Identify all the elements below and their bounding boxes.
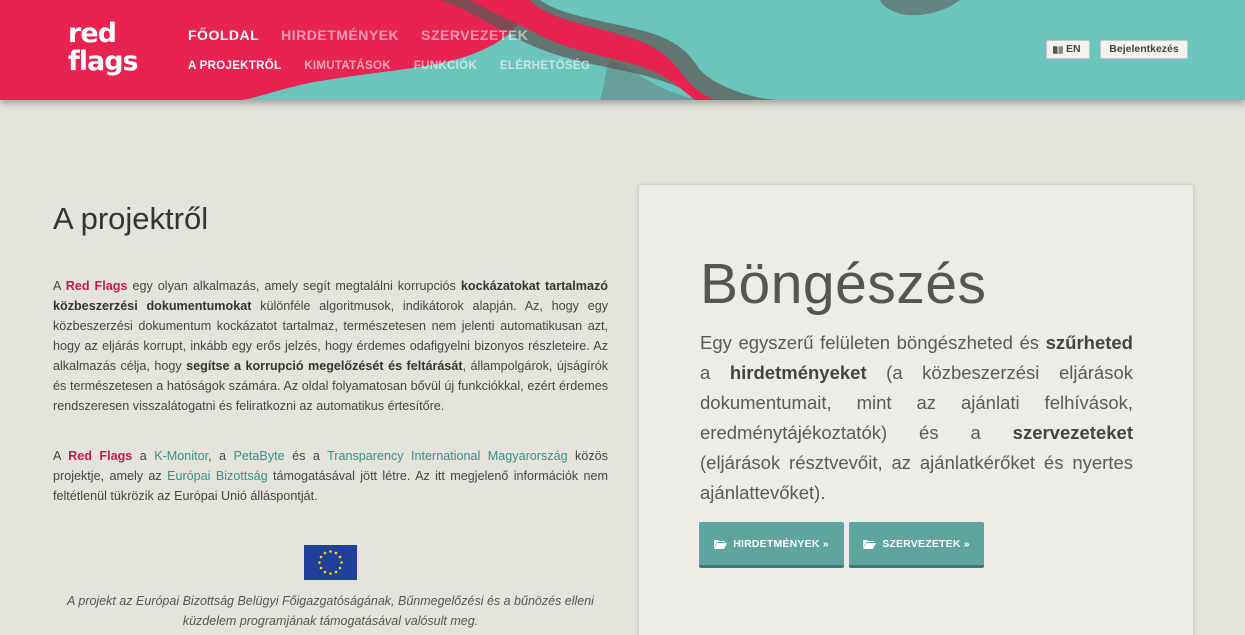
eu-star [338,555,342,559]
text: (eljárások résztvevőit, az ajánlatkérőke… [700,452,1133,503]
eu-funding-note: A projekt az Európai Bizottság Belügyi F… [67,594,594,628]
redflags-link[interactable]: Red Flags [68,449,132,463]
browse-ads-button[interactable]: HIRDETMÉNYEK » [699,522,844,568]
subnav-about[interactable]: A PROJEKTRŐL [188,60,281,72]
eu-star [318,561,321,564]
eu-star [323,551,327,555]
subnav-stats[interactable]: KIMUTATÁSOK [304,60,391,72]
text: és a [284,449,328,463]
logo-line-1: red [68,18,117,49]
eu-star [329,572,332,575]
about-paragraph-2: A Red Flags a K-Monitor, a PetaByte és a… [53,446,608,506]
folder-open-icon [714,539,728,549]
logo-line-2: flags [68,46,139,77]
eu-flag-icon [304,545,357,580]
emphasis: segítse a korrupció megelőzését és feltá… [186,359,463,373]
browse-orgs-button[interactable]: SZERVEZETEK » [849,522,984,568]
browse-card: Böngészés Egy egyszerű felületen böngész… [638,184,1194,635]
folder-open-icon [863,539,877,549]
transparency-link[interactable]: Transparency International Magyarország [327,449,568,463]
emphasis: szűrheted [1045,332,1133,353]
eu-star [340,561,343,564]
eu-star [329,550,332,553]
text: A [53,279,66,293]
browse-title: Böngészés [700,252,987,316]
login-button[interactable]: Bejelentkezés [1100,40,1188,59]
eu-star [338,566,342,570]
text: a [132,449,155,463]
petabyte-link[interactable]: PetaByte [234,449,285,463]
emphasis: hirdetményeket [729,362,867,383]
nav-ads[interactable]: HIRDETMÉNYEK [281,27,399,43]
main-nav: FŐOLDAL HIRDETMÉNYEK SZERVEZETEK [188,27,528,43]
text: A [53,449,69,463]
redflags-link[interactable]: Red Flags [66,279,128,293]
subnav-features[interactable]: FUNKCIÓK [414,60,477,72]
kmonitor-link[interactable]: K-Monitor [154,449,208,463]
about-paragraph-1: A Red Flags egy olyan alkalmazás, amely … [53,276,608,416]
language-label: EN [1066,43,1081,55]
language-button[interactable]: EN [1046,40,1090,59]
text: Egy egyszerű felületen böngészheted és [700,332,1046,353]
eu-star [319,555,323,559]
browse-orgs-label: SZERVEZETEK » [882,537,970,550]
emphasis: szervezeteket [1012,422,1133,443]
text: egy olyan alkalmazás, amely segít megtal… [127,279,461,293]
browse-description: Egy egyszerű felületen böngészheted és s… [700,328,1133,508]
site-header: red flags FŐOLDAL HIRDETMÉNYEK SZERVEZET… [0,0,1245,100]
text: , a [208,449,234,463]
text: a [700,362,730,383]
eu-star [334,551,338,555]
book-icon [1053,46,1063,54]
nav-home[interactable]: FŐOLDAL [188,27,259,43]
login-label: Bejelentkezés [1109,43,1179,55]
page-title: A projektről [53,201,209,236]
sub-nav: A PROJEKTRŐL KIMUTATÁSOK FUNKCIÓK ELÉRHE… [188,60,590,72]
eu-star [319,566,323,570]
eu-star [334,570,338,574]
european-commission-link[interactable]: Európai Bizottság [167,469,268,483]
eu-star [323,570,327,574]
redflags-logo[interactable]: red flags [68,20,140,80]
subnav-contact[interactable]: ELÉRHETŐSÉG [500,60,590,72]
nav-orgs[interactable]: SZERVEZETEK [421,27,528,43]
browse-ads-label: HIRDETMÉNYEK » [733,537,829,550]
